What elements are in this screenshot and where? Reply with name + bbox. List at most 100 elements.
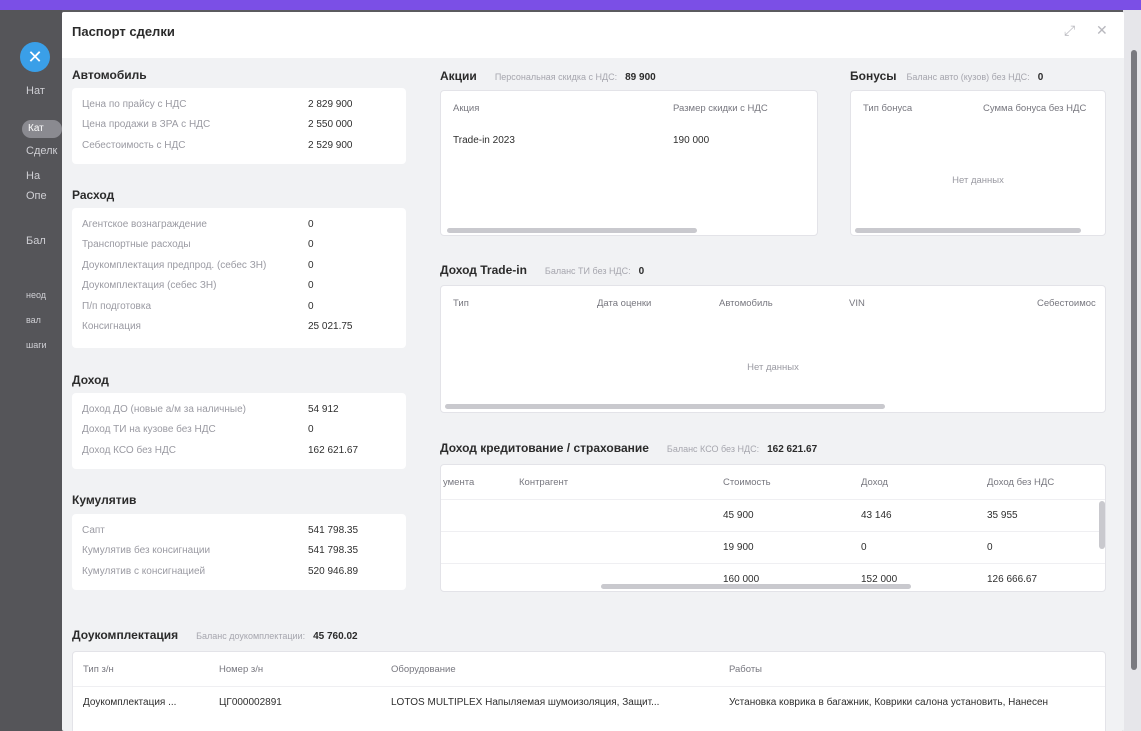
horizontal-scrollbar[interactable] bbox=[445, 404, 885, 409]
kv-key: Доход ТИ на кузове без НДС bbox=[82, 424, 216, 436]
extra-title: Доукомплектация bbox=[72, 628, 179, 642]
promos-table: Акция Размер скидки с НДС Trade-in 2023 … bbox=[440, 90, 818, 236]
kv-row: Кумулятив без консигнации 541 798.35 bbox=[82, 541, 396, 562]
cost-cell: 19 900 bbox=[723, 542, 754, 553]
kv-row: Кумулятив с консигнацией 520 946.89 bbox=[82, 561, 396, 582]
column-header[interactable]: Доход без НДС bbox=[987, 477, 1054, 488]
horizontal-scrollbar[interactable] bbox=[601, 584, 911, 589]
tradein-balance-label: Баланс ТИ без НДС: bbox=[544, 266, 631, 276]
kv-key: Доход КСО без НДС bbox=[82, 444, 176, 456]
credit-title: Доход кредитование / страхование bbox=[440, 441, 649, 455]
app-right-strip bbox=[1123, 10, 1141, 731]
kv-row: Консигнация 25 021.75 bbox=[82, 317, 396, 338]
car-section-title: Автомобиль bbox=[72, 68, 147, 82]
sidebar-item: шаги bbox=[26, 340, 47, 350]
kv-value: 54 912 bbox=[308, 403, 339, 415]
column-header[interactable]: Тип bbox=[453, 298, 469, 309]
expense-card: Агентское вознаграждение 0 Транспортные р… bbox=[72, 208, 406, 348]
kv-key: Транспортные расходы bbox=[82, 239, 191, 251]
table-header: Тип Дата оценки Автомобиль VIN Себестоим… bbox=[441, 286, 1105, 320]
column-header[interactable]: Сумма бонуса без НДС bbox=[983, 103, 1086, 114]
bonuses-table: Тип бонуса Сумма бонуса без НДС Нет данн… bbox=[850, 90, 1106, 236]
expense-section-title: Расход bbox=[72, 188, 115, 202]
column-header[interactable]: Оборудование bbox=[391, 664, 456, 675]
kv-key: Себестоимость с НДС bbox=[82, 139, 186, 151]
column-header[interactable]: Тип з/н bbox=[83, 664, 114, 675]
close-icon[interactable]: ✕ bbox=[20, 42, 50, 72]
net-income-cell: 35 955 bbox=[987, 510, 1018, 521]
kv-row: Цена по прайсу с НДС 2 829 900 bbox=[82, 94, 396, 115]
scrollbar[interactable] bbox=[1131, 50, 1137, 670]
column-header[interactable]: Работы bbox=[729, 664, 762, 675]
income-cell: 43 146 bbox=[861, 510, 892, 521]
income-card: Доход ДО (новые а/м за наличные) 54 912 Д… bbox=[72, 393, 406, 469]
column-header[interactable]: Автомобиль bbox=[719, 298, 773, 309]
column-header[interactable]: Размер скидки с НДС bbox=[673, 103, 768, 114]
column-header[interactable]: Номер з/н bbox=[219, 664, 263, 675]
kv-row: Доход КСО без НДС 162 621.67 bbox=[82, 440, 396, 461]
kv-row: П/п подготовка 0 bbox=[82, 296, 396, 317]
column-header[interactable]: Доход bbox=[861, 477, 888, 488]
expand-icon[interactable]: ⤢ bbox=[1064, 22, 1075, 39]
kv-key: Кумулятив с консигнацией bbox=[82, 565, 206, 577]
table-header: умента Контрагент Стоимость Доход Доход … bbox=[441, 465, 1105, 499]
kv-value: 0 bbox=[308, 218, 314, 230]
kv-key: Доукомплектация (себес ЗН) bbox=[82, 280, 217, 292]
table-row[interactable]: 45 900 43 146 35 955 bbox=[441, 499, 1105, 531]
horizontal-scrollbar[interactable] bbox=[447, 228, 697, 233]
credit-balance-value: 162 621.67 bbox=[767, 444, 818, 455]
kv-value: 0 bbox=[308, 300, 314, 312]
deal-passport-modal: Паспорт сделки ⤢ ✕ Автомобиль Цена по пр… bbox=[62, 12, 1124, 731]
column-header[interactable]: Себестоимос bbox=[1037, 298, 1096, 309]
net-income-cell: 0 bbox=[987, 542, 993, 553]
column-header[interactable]: VIN bbox=[849, 298, 865, 309]
promo-amount: 190 000 bbox=[673, 135, 710, 146]
sidebar-item-active[interactable]: Кат bbox=[22, 120, 62, 138]
credit-balance-label: Баланс КСО без НДС: bbox=[666, 444, 760, 454]
table-row[interactable]: Trade-in 2023 190 000 bbox=[441, 125, 817, 157]
column-header[interactable]: Контрагент bbox=[519, 477, 568, 488]
sidebar-item[interactable]: На bbox=[26, 170, 40, 182]
kv-row: Доукомплектация предпрод. (себес ЗН) 0 bbox=[82, 255, 396, 276]
income-section-title: Доход bbox=[72, 373, 109, 387]
kv-key: Цена по прайсу с НДС bbox=[82, 98, 187, 110]
column-header[interactable]: Тип бонуса bbox=[863, 103, 912, 114]
tradein-header: Доход Trade-in Баланс ТИ без НДС: 0 bbox=[440, 263, 644, 277]
sidebar-item[interactable]: Бал bbox=[26, 235, 46, 247]
sidebar-item[interactable]: Сделк bbox=[26, 145, 57, 157]
column-header[interactable]: Дата оценки bbox=[597, 298, 651, 309]
horizontal-scrollbar[interactable] bbox=[855, 228, 1081, 233]
car-card: Цена по прайсу с НДС 2 829 900 Цена прода… bbox=[72, 88, 406, 164]
sidebar-item: неод bbox=[26, 290, 47, 300]
kv-row: Сапт 541 798.35 bbox=[82, 520, 396, 541]
column-header[interactable]: Стоимость bbox=[723, 477, 771, 488]
kv-value: 0 bbox=[308, 280, 314, 292]
tradein-table: Тип Дата оценки Автомобиль VIN Себестоим… bbox=[440, 285, 1106, 413]
kv-value: 162 621.67 bbox=[308, 444, 359, 456]
sidebar-item[interactable]: Опе bbox=[26, 190, 47, 202]
work-order-number: ЦГ000002891 bbox=[219, 697, 282, 708]
kv-key: Доход ДО (новые а/м за наличные) bbox=[82, 403, 246, 415]
close-icon[interactable]: ✕ bbox=[1096, 22, 1108, 39]
kv-key: Цена продажи в ЗРА с НДС bbox=[82, 119, 211, 131]
kv-key: Доукомплектация предпрод. (себес ЗН) bbox=[82, 259, 267, 271]
cost-cell: 45 900 bbox=[723, 510, 754, 521]
extra-balance-value: 45 760.02 bbox=[313, 631, 358, 642]
sidebar-item: вал bbox=[26, 315, 41, 325]
column-header[interactable]: Акция bbox=[453, 103, 479, 114]
modal-header: Паспорт сделки ⤢ ✕ bbox=[62, 12, 1124, 58]
promos-header: Акции Персональная скидка с НДС: 89 900 bbox=[440, 69, 656, 83]
kv-value: 2 529 900 bbox=[308, 139, 353, 151]
net-income-cell: 126 666.67 bbox=[987, 574, 1038, 585]
kv-value: 541 798.35 bbox=[308, 545, 359, 557]
kv-value: 25 021.75 bbox=[308, 321, 353, 333]
sidebar-item[interactable]: Нат bbox=[26, 85, 45, 97]
extra-table: Тип з/н Номер з/н Оборудование Работы До… bbox=[72, 651, 1106, 731]
table-row[interactable]: 19 900 0 0 bbox=[441, 531, 1105, 563]
extra-header: Доукомплектация Баланс доукомплектации: … bbox=[72, 628, 358, 642]
vertical-scrollbar[interactable] bbox=[1099, 501, 1105, 549]
table-row[interactable]: Доукомплектация ... ЦГ000002891 LOTOS MU… bbox=[73, 686, 1105, 718]
cumulative-section-title: Кумулятив bbox=[72, 493, 137, 507]
column-header[interactable]: умента bbox=[443, 477, 474, 488]
promos-title: Акции bbox=[440, 69, 477, 83]
